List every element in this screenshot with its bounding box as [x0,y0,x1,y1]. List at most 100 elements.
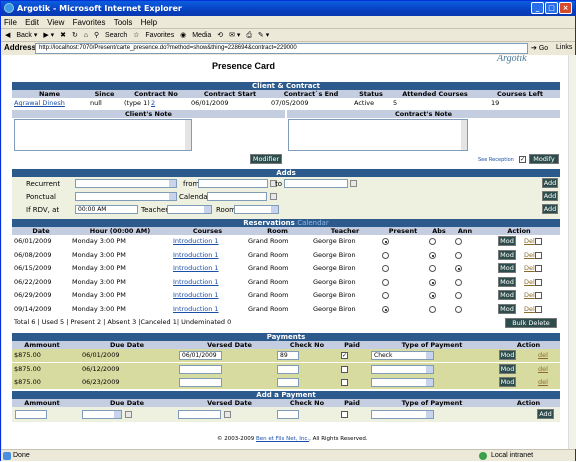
present-radio[interactable] [382,278,389,286]
ann-radio[interactable] [455,306,462,313]
reservation-course-link[interactable]: Introduction 1 [173,289,219,302]
client-note-textarea[interactable] [14,119,192,151]
close-button[interactable]: × [559,2,572,14]
payment-type-select[interactable]: Check [371,351,434,360]
modify-button[interactable]: Modify [529,154,559,164]
payment-versed-input[interactable] [179,378,222,387]
reservation-select-checkbox[interactable] [535,251,542,259]
forward-button[interactable]: ▶ ▾ [43,29,54,42]
new-due-date-select[interactable] [82,410,122,419]
ponctual-select[interactable] [75,192,177,201]
modifier-button[interactable]: Modifier [250,154,282,164]
del-payment-link[interactable]: del [538,376,548,389]
abs-radio[interactable] [429,251,436,259]
mod-reservation-button[interactable]: Mod [498,276,516,287]
rdv-time-input[interactable]: 00:00 AM [75,205,138,214]
ann-radio[interactable] [455,292,462,300]
mod-reservation-button[interactable]: Mod [498,263,516,274]
abs-radio[interactable] [429,238,436,245]
menu-favorites[interactable]: Favorites [70,16,109,29]
mod-reservation-button[interactable]: Mod [498,249,516,260]
maximize-button[interactable]: □ [545,2,558,14]
to-calendar-icon[interactable] [350,180,357,187]
search-button[interactable]: ⚲ Search [94,29,127,42]
bulk-delete-button[interactable]: Bulk Delete [505,318,557,328]
go-button[interactable]: ➔ Go [531,43,548,55]
ann-radio[interactable] [455,251,462,259]
abs-radio[interactable] [429,306,436,313]
menu-edit[interactable]: Edit [22,16,42,29]
del-reservation-link[interactable]: Del [524,289,535,302]
payment-versed-input[interactable]: 06/01/2009 [179,351,222,360]
mod-reservation-button[interactable]: Mod [498,290,516,301]
menu-tools[interactable]: Tools [111,16,136,29]
del-reservation-link[interactable]: Del [524,276,535,289]
client-name-link[interactable]: Agrawal Dinesh [14,97,65,110]
see-reception-checkbox[interactable]: ✓ [519,156,526,163]
history-icon[interactable]: ⟲ [217,29,223,42]
add-rdv-button[interactable]: Add [542,204,558,214]
new-payment-type-select[interactable] [371,410,434,419]
payment-type-select[interactable] [371,364,434,374]
present-radio[interactable] [382,251,389,259]
del-reservation-link[interactable]: Del [524,235,535,248]
teacher-select[interactable] [167,205,212,214]
address-input[interactable]: http://localhost:7070/Present/carte_pres… [35,43,528,54]
contract-note-textarea[interactable] [288,119,468,151]
reservation-course-link[interactable]: Introduction 1 [173,303,219,316]
ann-radio[interactable] [455,238,462,245]
new-amount-input[interactable] [15,410,47,419]
payment-check-input[interactable]: 89 [277,351,299,360]
payment-type-select[interactable] [371,378,434,387]
present-radio[interactable] [382,238,389,245]
home-icon[interactable]: ⌂ [84,29,88,42]
links-button[interactable]: Links [556,42,572,54]
reservation-course-link[interactable]: Introduction 1 [173,276,219,289]
reservation-course-link[interactable]: Introduction 1 [173,262,219,275]
new-due-calendar-icon[interactable] [125,411,132,418]
from-date-input[interactable] [198,179,268,188]
present-radio[interactable] [382,306,389,313]
del-reservation-link[interactable]: Del [524,303,535,316]
company-link[interactable]: Ben et Fils Net, Inc. [256,436,309,442]
menu-file[interactable]: File [1,16,20,29]
print-icon[interactable]: ⎙ [246,29,252,42]
present-radio[interactable] [382,292,389,300]
ponctual-date-input[interactable] [207,192,267,201]
mod-payment-button[interactable]: Mod [499,363,516,374]
reservation-select-checkbox[interactable] [535,292,542,300]
mod-payment-button[interactable]: Mod [499,377,516,387]
edit-icon[interactable]: ✎ ▾ [258,29,269,42]
menu-view[interactable]: View [44,16,67,29]
payment-check-input[interactable] [277,378,299,387]
recurrent-select[interactable] [75,179,177,188]
mod-reservation-button[interactable]: Mod [498,304,516,314]
abs-radio[interactable] [429,265,436,273]
media-button[interactable]: ◉ Media [180,29,211,42]
calendar-link[interactable]: Calendar [297,219,328,227]
refresh-icon[interactable]: ↻ [72,29,78,42]
reservation-select-checkbox[interactable] [535,306,542,313]
ponctual-calendar-icon[interactable] [270,193,277,200]
add-ponctual-button[interactable]: Add [542,191,558,201]
payment-check-input[interactable] [277,364,299,374]
new-paid-checkbox[interactable] [341,411,348,418]
minimize-button[interactable]: _ [531,2,544,14]
reservation-select-checkbox[interactable] [535,238,542,245]
vertical-scrollbar[interactable] [568,55,576,449]
ann-radio[interactable] [455,265,462,273]
mod-payment-button[interactable]: Mod [499,350,516,360]
mod-reservation-button[interactable]: Mod [498,236,516,246]
menu-help[interactable]: Help [138,16,160,29]
add-recurrent-button[interactable]: Add [542,178,558,188]
payment-paid-checkbox[interactable] [341,365,348,373]
present-radio[interactable] [382,265,389,273]
new-versed-calendar-icon[interactable] [224,411,231,418]
payment-versed-input[interactable] [179,364,222,374]
stop-icon[interactable]: ✖ [60,29,66,42]
to-date-input[interactable] [284,179,348,188]
del-payment-link[interactable]: del [538,363,548,376]
mail-icon[interactable]: ✉ ▾ [229,29,240,42]
del-reservation-link[interactable]: Del [524,262,535,275]
payment-paid-checkbox[interactable]: ✓ [341,352,348,359]
